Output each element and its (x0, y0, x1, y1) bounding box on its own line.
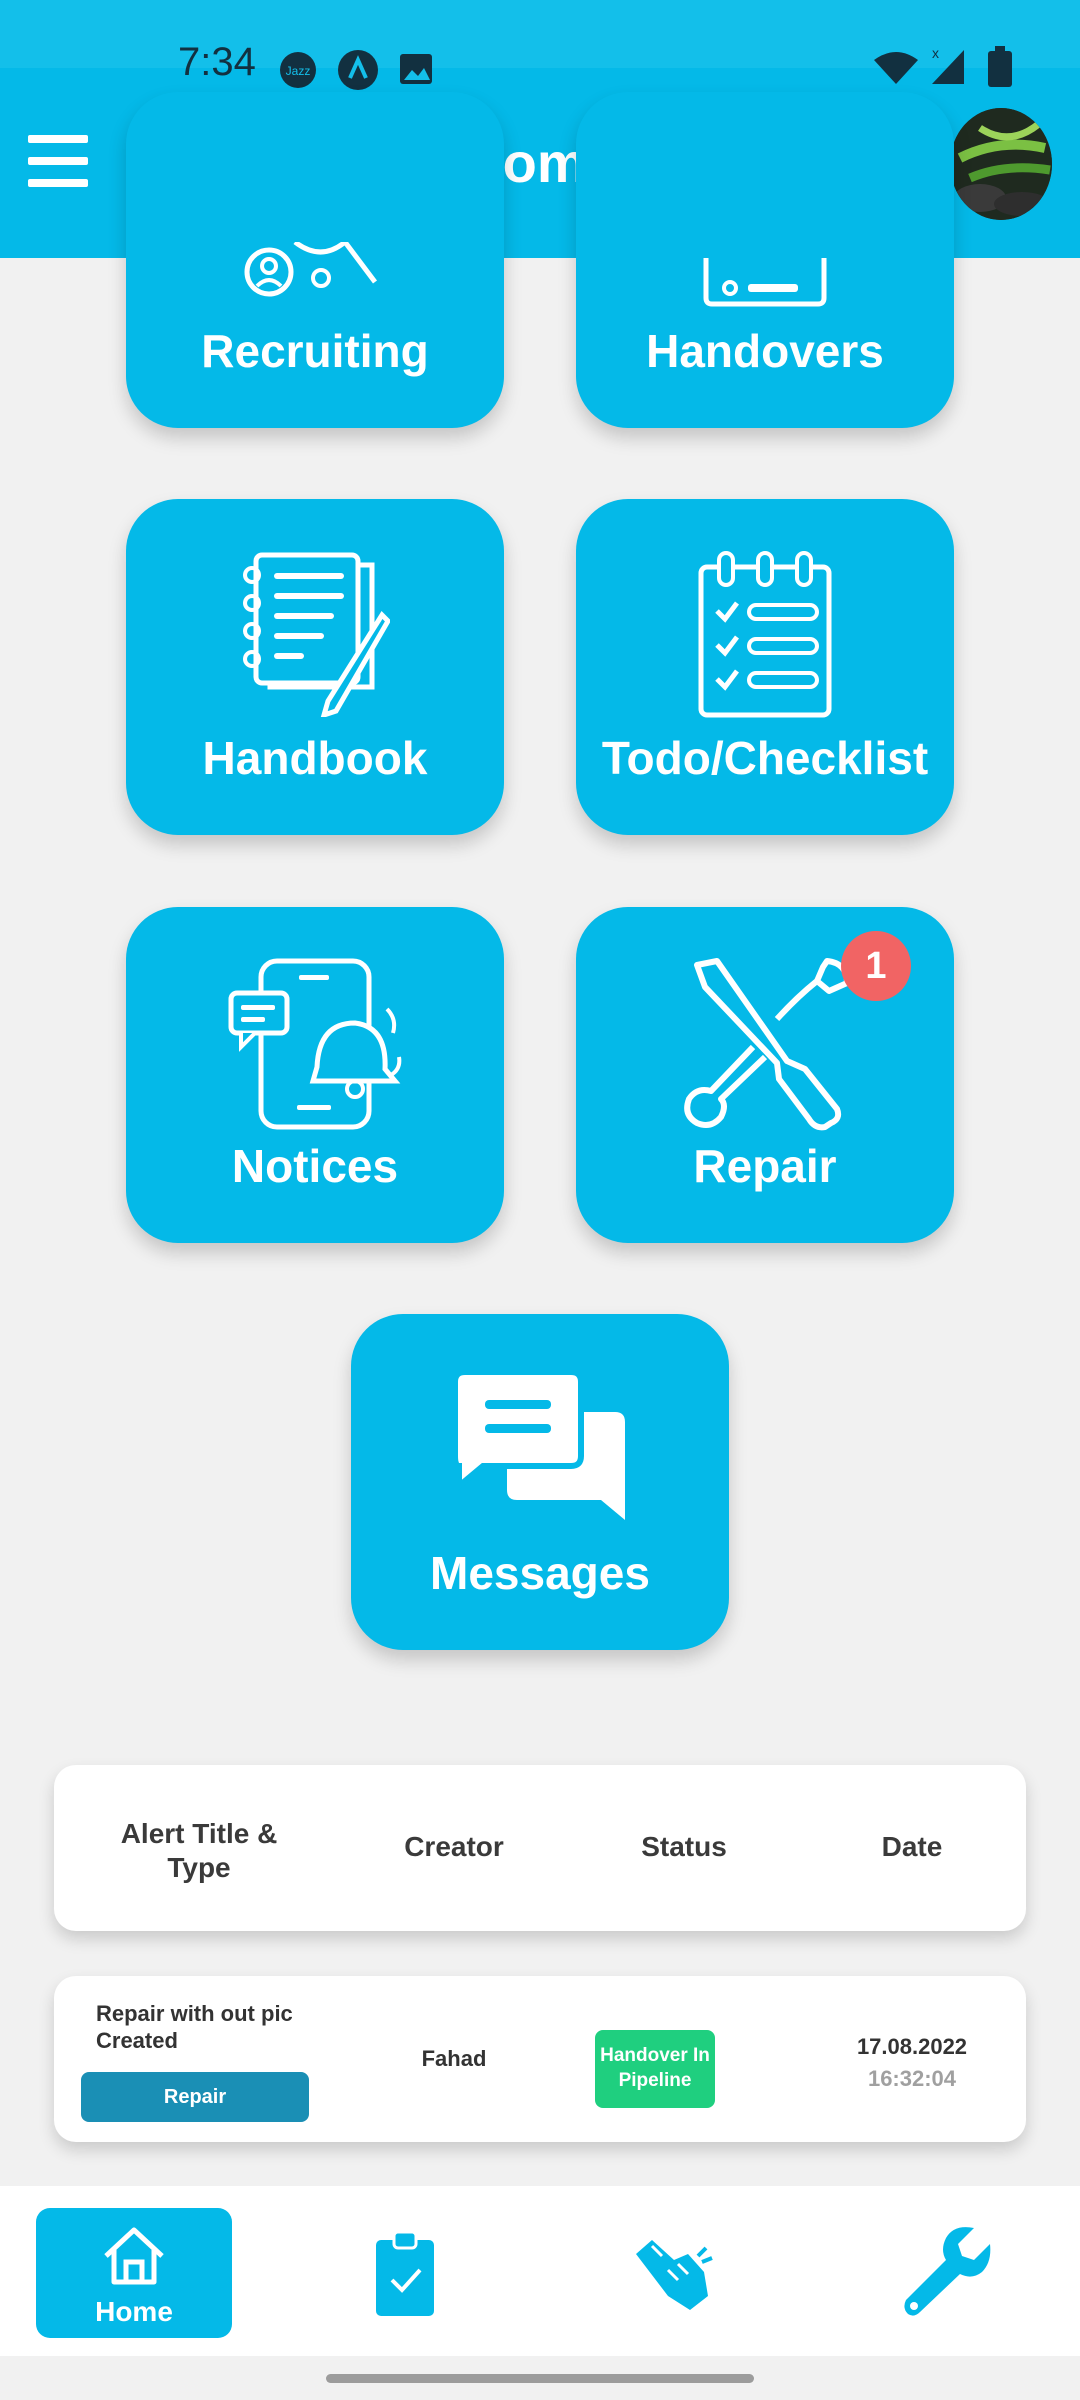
alert-type-button[interactable]: Repair (81, 2072, 309, 2122)
tile-handbook[interactable]: Handbook (126, 499, 504, 835)
header-creator: Creator (404, 1831, 504, 1862)
handshake-icon (636, 2240, 713, 2310)
avatar-image (950, 108, 1052, 220)
home-icon (104, 2227, 164, 2285)
header-status: Status (641, 1831, 727, 1862)
handovers-icon (703, 258, 827, 307)
tile-todo-checklist-label: Todo/Checklist (601, 732, 929, 784)
status-bar: 7:34 Jazz x (0, 0, 1080, 90)
tile-recruiting-label: Recruiting (201, 325, 429, 377)
svg-text:x: x (932, 45, 939, 61)
tile-notices-label: Notices (231, 1140, 399, 1192)
profile-avatar[interactable] (950, 108, 1052, 220)
bottom-navigation: Home (0, 2186, 1080, 2356)
wrench-icon (904, 2227, 991, 2316)
gesture-navigation-bar[interactable] (326, 2374, 754, 2383)
alert-title: Repair with out pic Created (96, 2001, 293, 2053)
status-badge: Handover In Pipeline (595, 2030, 715, 2108)
table-row[interactable]: Repair with out pic Created Repair Fahad… (54, 1976, 1026, 2142)
tile-handbook-label: Handbook (202, 732, 428, 784)
handbook-icon (243, 552, 390, 717)
recruiting-icon (244, 242, 377, 297)
repair-notification-badge: 1 (841, 931, 911, 1001)
image-icon (400, 54, 432, 84)
alert-creator: Fahad (421, 2046, 487, 2071)
nav-checklist-tab[interactable] (360, 2228, 450, 2318)
alert-time: 16:32:04 (867, 2066, 957, 2091)
clipboard-check-icon (376, 2230, 434, 2316)
nav-handshake-tab[interactable] (628, 2226, 718, 2316)
nav-home-label: Home (95, 2296, 173, 2327)
tile-repair-label: Repair (693, 1140, 837, 1192)
tile-messages[interactable]: Messages (351, 1314, 729, 1650)
tile-recruiting[interactable]: Recruiting (126, 92, 504, 428)
tile-todo-checklist[interactable]: Todo/Checklist (576, 499, 954, 835)
wifi-icon (874, 52, 918, 84)
signal-icon: x (932, 45, 964, 84)
tile-handovers[interactable]: Handovers (576, 92, 954, 428)
jazz-icon: Jazz (280, 52, 316, 88)
checklist-icon (698, 551, 832, 718)
navigation-arrow-icon (338, 50, 378, 90)
repair-icon (684, 958, 850, 1131)
tile-messages-label: Messages (430, 1547, 650, 1599)
tile-handovers-label: Handovers (646, 325, 884, 377)
header-title-type: Alert Title & Type (120, 1818, 278, 1883)
nav-home-tab[interactable]: Home (36, 2208, 232, 2338)
messages-icon (455, 1372, 625, 1520)
nav-repair-tab[interactable] (898, 2224, 994, 2320)
tile-notices[interactable]: Notices (126, 907, 504, 1243)
alerts-table-header: Alert Title & Type Creator Status Date (54, 1765, 1026, 1931)
header-date: Date (881, 1831, 943, 1862)
tile-repair[interactable]: Repair 1 (576, 907, 954, 1243)
alert-date: 17.08.2022 (856, 2034, 968, 2059)
battery-icon (988, 46, 1012, 87)
status-time: 7:34 (178, 40, 256, 84)
notices-icon (228, 958, 402, 1130)
svg-text:Jazz: Jazz (286, 64, 311, 78)
